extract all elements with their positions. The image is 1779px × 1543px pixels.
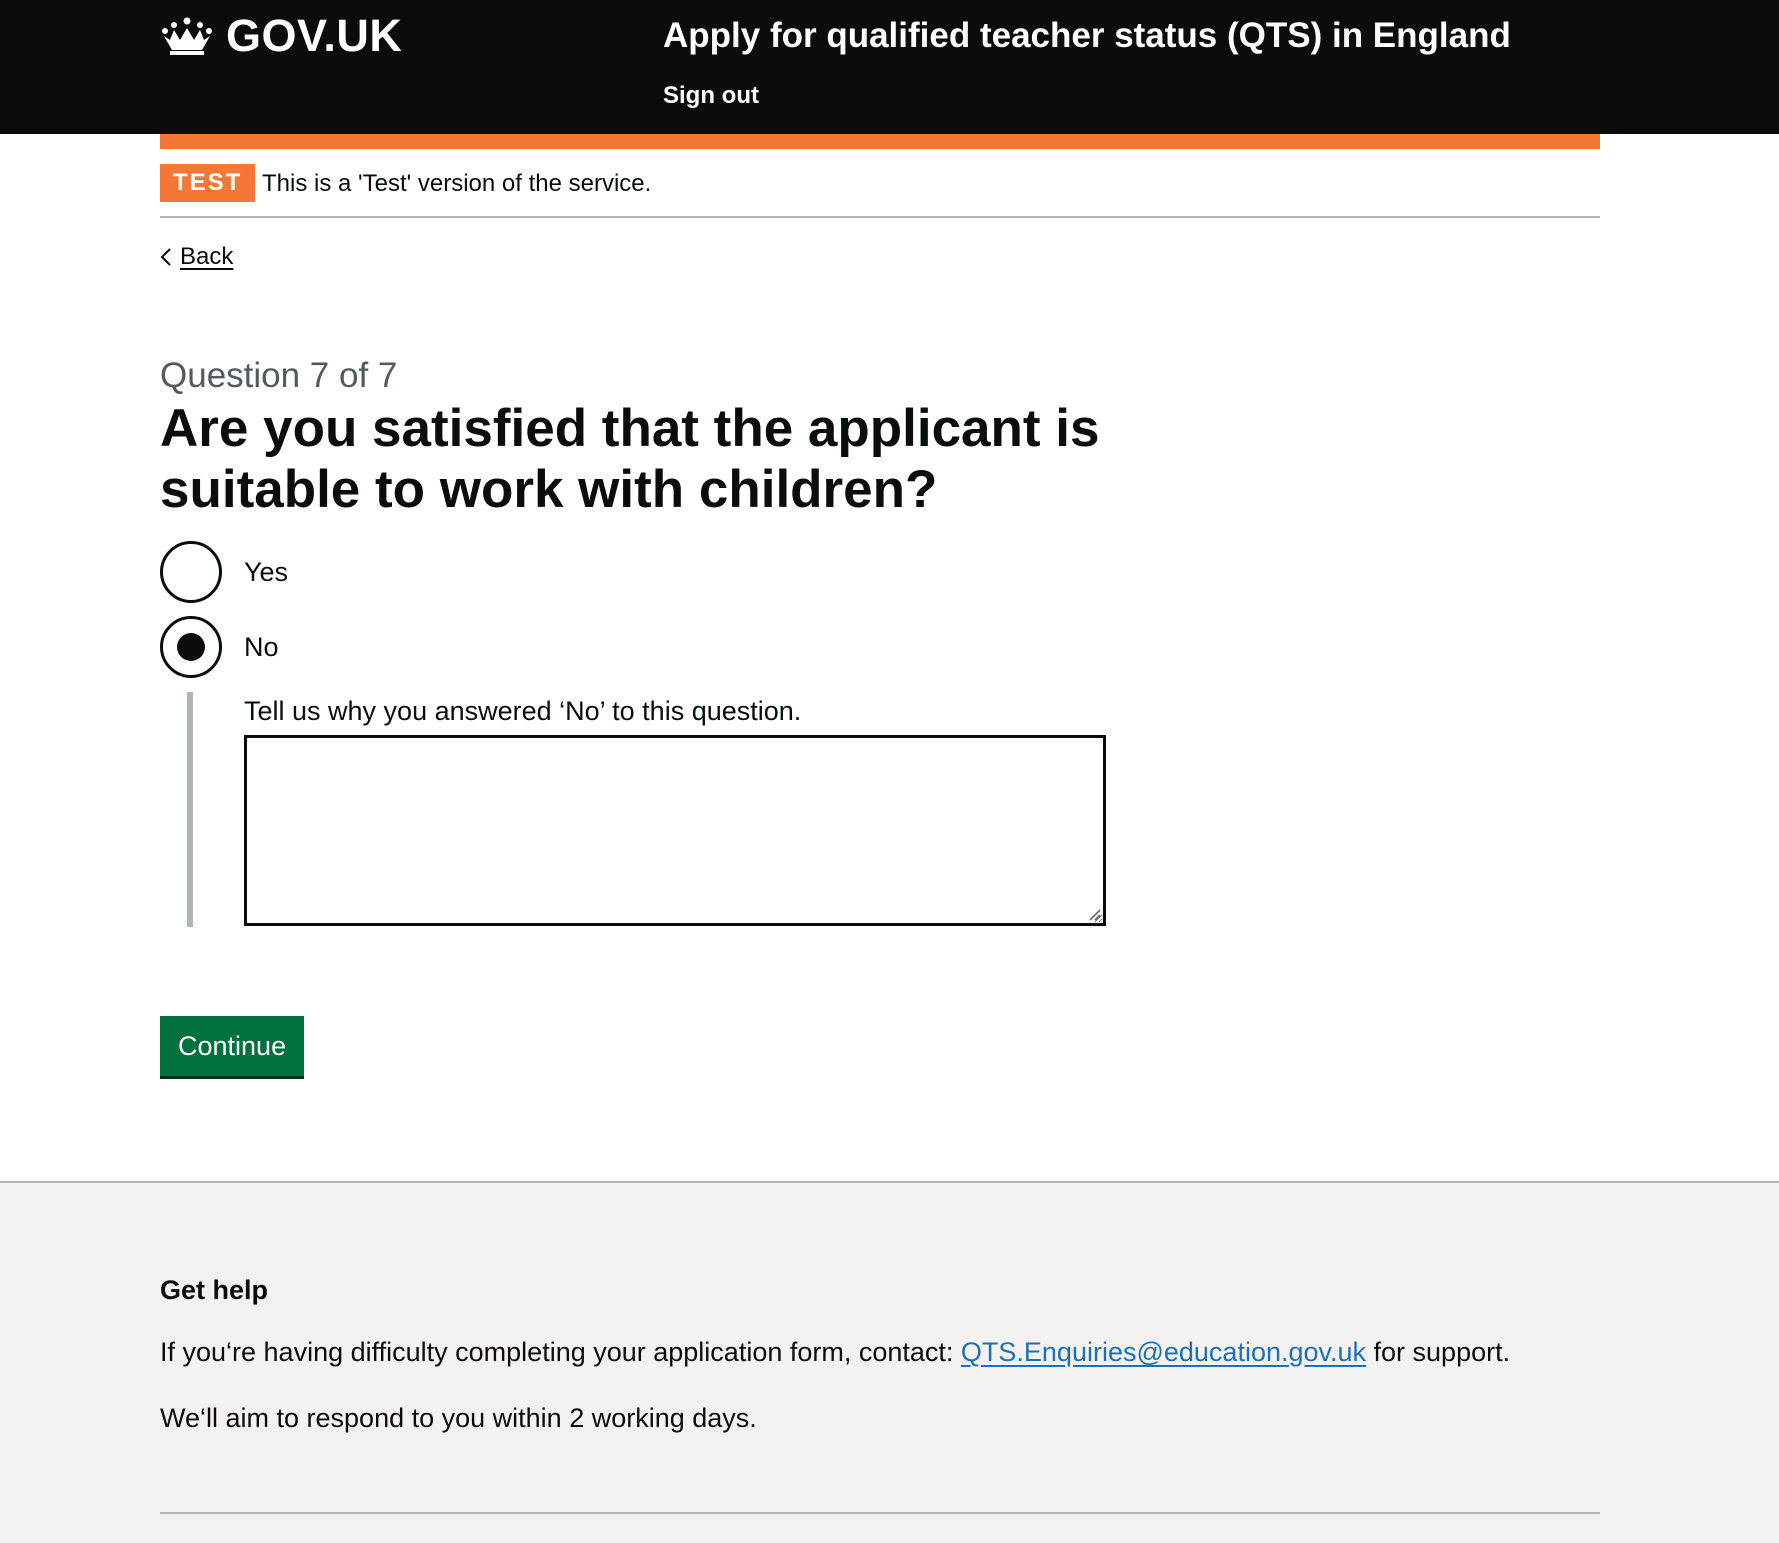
header-accent-bar [160,134,1600,149]
site-header: GOV.UK Apply for qualified teacher statu… [0,0,1779,134]
service-name-link[interactable]: Apply for qualified teacher status (QTS)… [663,14,1511,58]
continue-button[interactable]: Continue [160,1016,305,1076]
footer-help-text: If you‘re having difficulty completing y… [160,1335,1510,1369]
support-email-link[interactable]: QTS.Enquiries@education.gov.uk [961,1337,1366,1367]
radio-option-no[interactable]: No [160,616,279,678]
back-link[interactable]: Back [160,240,233,274]
footer-response-text: We‘ll aim to respond to you within 2 wor… [160,1403,757,1433]
govuk-logo-link[interactable]: GOV.UK [160,12,402,60]
reason-label: Tell us why you answered ‘No’ to this qu… [244,696,802,726]
radio-button-yes[interactable] [160,541,222,603]
question-caption: Question 7 of 7 [160,356,398,395]
crown-icon [162,17,212,55]
logo-text: GOV.UK [226,10,403,61]
radio-button-no[interactable] [160,616,222,678]
back-link-label: Back [180,243,234,270]
sign-out-link[interactable]: Sign out [663,80,759,112]
radio-option-yes[interactable]: Yes [160,541,288,603]
reason-textarea[interactable] [244,735,1106,926]
footer-heading: Get help [160,1275,269,1305]
conditional-reveal-border [187,692,193,927]
radio-label-yes[interactable]: Yes [244,556,288,588]
phase-banner-text: This is a 'Test' version of the service. [262,170,652,197]
chevron-left-icon [160,248,171,266]
radio-label-no[interactable]: No [244,631,279,663]
question-heading: Are you satisfied that the applicant is … [160,398,1150,520]
phase-tag: TEST [160,164,256,202]
resize-grip-icon[interactable] [1087,907,1101,921]
site-footer: Get help If you‘re having difficulty com… [0,1181,1779,1543]
question-heading-line-2: suitable to work with children? [160,460,938,519]
footer-help-text-start: If you‘re having difficulty completing y… [160,1337,961,1367]
phase-banner: TEST This is a 'Test' version of the ser… [160,164,1600,218]
question-heading-line-1: Are you satisfied that the applicant is [160,399,1100,458]
footer-help-text-end: for support. [1366,1337,1511,1367]
radio-selected-dot [177,633,205,661]
footer-divider [160,1512,1600,1514]
